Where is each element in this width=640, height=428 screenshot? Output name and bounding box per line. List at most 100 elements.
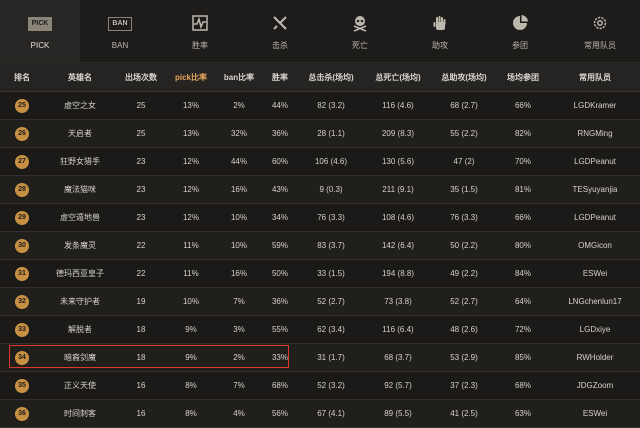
tab-label: 胜率 [192,40,208,50]
table-cell: 25 [116,91,166,120]
table-cell: 狂野女猎手 [44,147,116,176]
table-header-row: 排名 英雄名 出场次数 pick比率 ban比率 胜率 总击杀(场均) 总死亡(场均) 总助攻(… [0,62,640,92]
table-cell: LGDKramer [550,91,640,120]
table-cell: 9% [166,343,216,372]
table-cell: 虚空遁地兽 [44,203,116,232]
tab-6[interactable]: 参团 [480,0,560,62]
table-cell: 108 (4.6) [364,203,432,232]
table-row: 32 未来守护者 19 10% 7% 36% 52 (2.7) 73 (3.8) 52 (2.7… [0,287,640,316]
table-cell: 16% [216,175,262,204]
column-header[interactable]: 常用队员 [550,62,640,92]
tab-5[interactable]: 助攻 [400,0,480,62]
table-row: 29 虚空遁地兽 23 12% 10% 34% 76 (3.3) 108 (4.6) 76 (3… [0,203,640,232]
crossed-swords-icon [269,12,291,34]
tab-3[interactable]: 击杀 [240,0,320,62]
table-cell: 正义天使 [44,371,116,400]
tab-badge: BAN [108,16,132,31]
table-cell: 70% [496,147,550,176]
table-cell: 34% [262,203,298,232]
table-cell: 36% [262,119,298,148]
table-cell: 92 (5.7) [364,371,432,400]
table-cell: JDGZoom [550,371,640,400]
table-cell: 73 (3.8) [364,287,432,316]
table-cell: 52 (2.7) [432,287,496,316]
table-cell: 16% [216,259,262,288]
table-row: 35 正义天使 16 8% 7% 68% 52 (3.2) 92 (5.7) 37 (2.3) 6… [0,371,640,400]
table-cell: 27 [0,147,44,176]
table-cell: 52 (2.7) [298,287,364,316]
table-cell: RNGMing [550,119,640,148]
tab-0[interactable]: PICK PICK [0,0,80,62]
tab-badge: PICK [27,16,53,31]
table-cell: 50% [262,259,298,288]
table-cell: 25 [116,119,166,148]
table-cell: 31 [0,259,44,288]
table-cell: RWHolder [550,343,640,372]
column-header[interactable]: 出场次数 [116,62,166,92]
table-cell: 48 (2.6) [432,315,496,344]
rank-badge: 32 [15,294,29,309]
table-cell: 23 [116,175,166,204]
column-header[interactable]: 英雄名 [44,62,116,92]
table-cell: 18 [116,315,166,344]
table-cell: 194 (8.8) [364,259,432,288]
table-cell: 76 (3.3) [432,203,496,232]
table-cell: LNGchenlun17 [550,287,640,316]
pie-chart-icon [509,12,531,34]
table-cell: 3% [216,315,262,344]
rank-badge: 34 [15,350,29,365]
table-cell: 47 (2) [432,147,496,176]
table-cell: 62 (3.4) [298,315,364,344]
table-cell: 82 (3.2) [298,91,364,120]
column-header[interactable]: 场均参团 [496,62,550,92]
table-cell: 28 (1.1) [298,119,364,148]
column-header[interactable]: pick比率 [166,62,216,92]
table-row: 28 魔法猫咪 23 12% 16% 43% 9 (0.3) 211 (9.1) 35 (1.5… [0,175,640,204]
table-cell: 解脱者 [44,315,116,344]
table-cell: 19 [116,287,166,316]
tab-label: PICK [30,40,50,50]
table-cell: 59% [262,231,298,260]
table-cell: 18 [116,343,166,372]
winrate-chart-icon [189,12,211,34]
table-cell: 9% [166,315,216,344]
table-cell: LGDxiye [550,315,640,344]
hand-icon [429,12,451,34]
tab-1[interactable]: BAN BAN [80,0,160,62]
column-header[interactable]: 排名 [0,62,44,92]
table-cell: 26 [0,119,44,148]
table-cell: 60% [262,147,298,176]
gear-icon [589,12,611,34]
table-cell: 13% [166,119,216,148]
table-cell: 暗裔剑魔 [44,343,116,372]
tab-4[interactable]: 死亡 [320,0,400,62]
tab-7[interactable]: 常用队员 [560,0,640,62]
rank-badge: 27 [15,154,29,169]
table-cell: 44% [216,147,262,176]
table-cell: ESWei [550,259,640,288]
tab-label: BAN [111,40,129,50]
rank-badge: 30 [15,238,29,253]
column-header[interactable]: 总助攻(场均) [432,62,496,92]
table-cell: 36% [262,287,298,316]
column-header[interactable]: ban比率 [216,62,262,92]
table-cell: 8% [166,371,216,400]
table-cell: 2% [216,91,262,120]
table-cell: 209 (8.3) [364,119,432,148]
rank-badge: 31 [15,266,29,281]
table-cell: 68 (2.7) [432,91,496,120]
table-cell: 虚空之女 [44,91,116,120]
column-header[interactable]: 总死亡(场均) [364,62,432,92]
column-header[interactable]: 总击杀(场均) [298,62,364,92]
table-cell: 7% [216,287,262,316]
table-cell: 68 (3.7) [364,343,432,372]
table-cell: 16 [116,371,166,400]
column-header[interactable]: 胜率 [262,62,298,92]
rank-badge: 33 [15,322,29,337]
table-cell: 9 (0.3) [298,175,364,204]
table-cell: 68% [496,371,550,400]
tab-2[interactable]: 胜率 [160,0,240,62]
table-cell: 66% [496,91,550,120]
skull-icon [349,12,371,34]
tab-label: 死亡 [352,40,368,50]
